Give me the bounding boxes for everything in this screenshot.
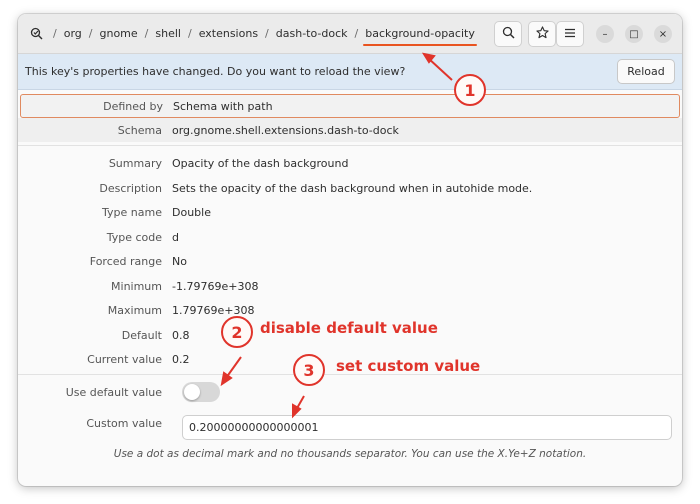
property-row-forced-range: Forced range No xyxy=(18,249,682,273)
maximize-icon: □ xyxy=(629,28,639,40)
annotation-marker-1: 1 xyxy=(454,74,486,106)
breadcrumb-dash-to-dock[interactable]: dash-to-dock xyxy=(272,27,352,40)
property-label: Defined by xyxy=(103,99,163,113)
property-value: d xyxy=(172,230,179,244)
use-default-toggle[interactable] xyxy=(182,382,220,402)
main-menu-button[interactable] xyxy=(556,21,584,47)
property-label: Schema xyxy=(117,123,162,137)
property-row-minimum: Minimum -1.79769e+308 xyxy=(18,274,682,298)
custom-value-field[interactable] xyxy=(182,415,672,440)
star-icon xyxy=(535,26,549,42)
divider xyxy=(18,145,682,146)
minimize-icon: – xyxy=(602,28,608,40)
custom-value-label: Custom value xyxy=(86,416,162,430)
property-value: No xyxy=(172,254,187,268)
use-default-label: Use default value xyxy=(65,385,162,399)
close-icon: × xyxy=(658,28,668,40)
property-value: Sets the opacity of the dash background … xyxy=(172,181,533,195)
property-value: 0.8 xyxy=(172,328,190,342)
minimize-button[interactable]: – xyxy=(596,25,614,43)
property-label: Description xyxy=(99,181,162,195)
property-label: Maximum xyxy=(107,303,162,317)
breadcrumb: / org / gnome / shell / extensions / das… xyxy=(28,14,479,54)
annotation-marker-2: 2 xyxy=(221,316,253,348)
property-value: Schema with path xyxy=(173,99,273,113)
bookmark-button[interactable] xyxy=(528,21,556,47)
header-bar: / org / gnome / shell / extensions / das… xyxy=(18,14,682,54)
annotation-text-2: disable default value xyxy=(260,319,438,337)
property-value: Double xyxy=(172,205,211,219)
hamburger-menu-icon xyxy=(564,28,576,41)
property-row-summary: Summary Opacity of the dash background xyxy=(18,151,682,175)
property-row-type-code: Type code d xyxy=(18,225,682,249)
property-value: -1.79769e+308 xyxy=(172,279,259,293)
reload-button[interactable]: Reload xyxy=(617,59,675,84)
property-label: Current value xyxy=(87,352,162,366)
breadcrumb-extensions[interactable]: extensions xyxy=(195,27,262,40)
key-properties: Defined by Schema with path Schema org.g… xyxy=(18,90,682,486)
reload-infobar: This key's properties have changed. Do y… xyxy=(18,54,682,90)
property-value: 1.79769e+308 xyxy=(172,303,255,317)
maximize-button[interactable]: □ xyxy=(625,25,643,43)
close-button[interactable]: × xyxy=(654,25,672,43)
custom-value-hint: Use a dot as decimal mark and no thousan… xyxy=(113,448,587,460)
breadcrumb-separator: / xyxy=(53,27,57,40)
breadcrumb-separator: / xyxy=(88,27,93,40)
breadcrumb-separator: / xyxy=(265,27,269,40)
property-row-schema: Schema org.gnome.shell.extensions.dash-t… xyxy=(18,118,682,142)
property-label: Type code xyxy=(106,230,162,244)
property-label: Forced range xyxy=(89,254,162,268)
property-label: Default xyxy=(121,328,162,342)
annotation-text-3: set custom value xyxy=(336,357,481,375)
search-path-icon[interactable] xyxy=(28,26,44,42)
property-row-defined-by: Defined by Schema with path xyxy=(20,94,680,118)
use-default-row: Use default value xyxy=(18,380,682,404)
breadcrumb-background-opacity[interactable]: background-opacity xyxy=(361,27,479,46)
search-icon xyxy=(502,26,515,42)
breadcrumb-shell[interactable]: shell xyxy=(151,27,185,40)
breadcrumb-separator: / xyxy=(187,27,192,40)
breadcrumb-separator: / xyxy=(144,27,149,40)
property-row-type-name: Type name Double xyxy=(18,200,682,224)
property-label: Summary xyxy=(108,156,162,170)
infobar-message: This key's properties have changed. Do y… xyxy=(25,65,406,78)
breadcrumb-org[interactable]: org xyxy=(60,27,86,40)
property-row-description: Description Sets the opacity of the dash… xyxy=(18,176,682,200)
property-label: Minimum xyxy=(111,279,162,293)
toggle-knob xyxy=(184,384,200,400)
breadcrumb-separator: / xyxy=(354,27,359,40)
property-value: Opacity of the dash background xyxy=(172,156,349,170)
search-button[interactable] xyxy=(494,21,522,47)
property-value: org.gnome.shell.extensions.dash-to-dock xyxy=(172,123,399,137)
dconf-editor-window: / org / gnome / shell / extensions / das… xyxy=(18,14,682,486)
property-value: 0.2 xyxy=(172,352,190,366)
property-label: Type name xyxy=(102,205,162,219)
annotation-marker-3: 3 xyxy=(293,354,325,386)
breadcrumb-gnome[interactable]: gnome xyxy=(95,27,141,40)
